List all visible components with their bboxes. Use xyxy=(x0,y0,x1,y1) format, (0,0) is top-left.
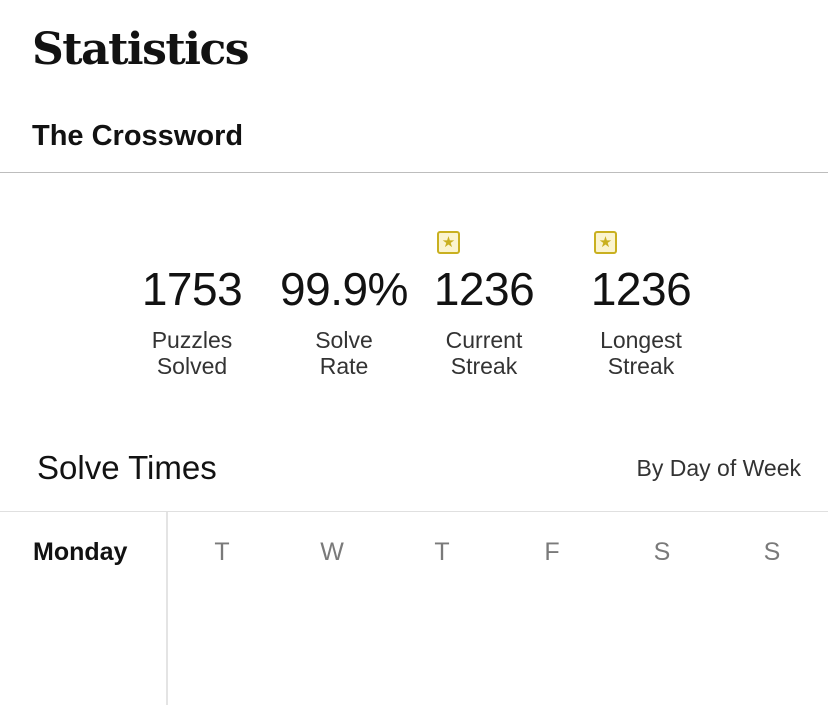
stat-value: 99.9% xyxy=(280,263,408,315)
day-tab-sunday[interactable]: S xyxy=(752,537,792,567)
day-tab-tuesday[interactable]: T xyxy=(202,537,242,567)
star-icon: ★ xyxy=(594,231,617,254)
stat-label: Puzzles Solved xyxy=(151,327,233,379)
page-title: Statistics xyxy=(32,24,250,75)
stat-label: Longest Streak xyxy=(600,327,682,379)
stat-solve-rate: 99.9% Solve Rate xyxy=(264,225,424,379)
stat-longest-streak: ★ 1236 Longest Streak xyxy=(561,225,721,379)
stat-value: 1236 xyxy=(590,263,692,315)
day-tab-friday[interactable]: F xyxy=(532,537,572,567)
solve-times-title: Solve Times xyxy=(37,449,217,486)
divider xyxy=(0,172,828,173)
day-tab-monday[interactable]: Monday xyxy=(33,537,127,567)
game-name: The Crossword xyxy=(32,120,244,152)
stat-label: Solve Rate xyxy=(315,327,373,379)
stat-value: 1753 xyxy=(141,263,243,315)
stat-puzzles-solved: 1753 Puzzles Solved xyxy=(112,225,272,379)
day-tab-saturday[interactable]: S xyxy=(642,537,682,567)
view-by-day-of-week-toggle[interactable]: By Day of Week xyxy=(637,453,801,483)
stat-current-streak: ★ 1236 Current Streak xyxy=(404,225,564,379)
stat-label: Current Streak xyxy=(445,327,523,379)
stat-value: 1236 xyxy=(433,263,535,315)
stats-summary: 1753 Puzzles Solved 99.9% Solve Rate ★ 1… xyxy=(0,225,828,395)
star-icon: ★ xyxy=(437,231,460,254)
day-tab-thursday[interactable]: T xyxy=(422,537,462,567)
day-tab-wednesday[interactable]: W xyxy=(312,537,352,567)
